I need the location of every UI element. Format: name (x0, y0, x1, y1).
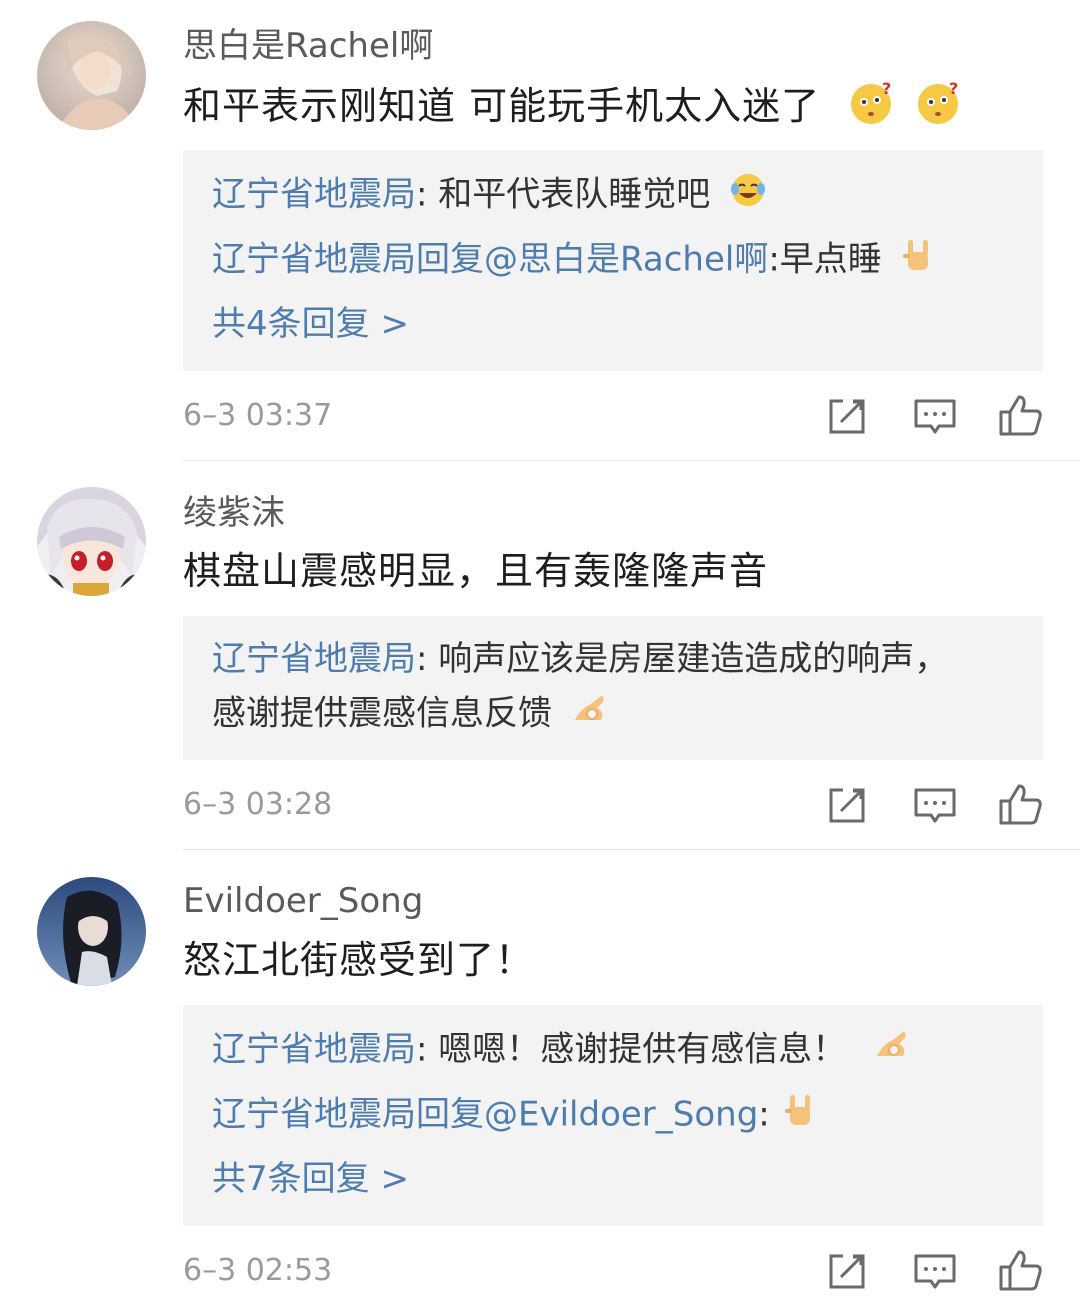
like-button[interactable] (997, 781, 1045, 829)
reply-author[interactable]: 辽宁省地震局 (212, 1030, 416, 1070)
repost-icon (829, 788, 865, 823)
laughing-tears-emoji (729, 171, 767, 221)
thumbs-up-icon (999, 1250, 1042, 1291)
reply-author[interactable]: 辽宁省地震局 (212, 639, 416, 679)
more-replies-link[interactable]: 共4条回复 > (212, 301, 409, 347)
rock-hand-emoji (781, 1091, 819, 1141)
reply-line: 感谢提供震感信息反馈 (212, 690, 609, 740)
username[interactable]: 思白是Rachel啊 (183, 24, 433, 68)
ok-hand-emoji (873, 1026, 911, 1076)
timestamp: 6–3 02:53 (183, 1253, 333, 1288)
comment-icon (914, 1254, 956, 1289)
comment-meta: 6–3 02:53 (183, 1247, 1043, 1295)
comment-text: 怒江北街感受到了！ (183, 938, 535, 982)
more-replies-link[interactable]: 共7条回复 > (212, 1156, 409, 1202)
svg-text:?: ? (949, 79, 959, 98)
confused-face-emoji: ? (847, 78, 895, 139)
username[interactable]: Evildoer_Song (183, 879, 423, 923)
timestamp: 6–3 03:28 (183, 787, 333, 822)
thumbs-up-icon (999, 784, 1042, 825)
reply-line: 辽宁省地震局: 响声应该是房屋建造造成的响声， (212, 639, 949, 679)
repost-button[interactable] (823, 1247, 871, 1295)
username[interactable]: 绫紫沫 (183, 491, 285, 535)
ok-hand-emoji (571, 690, 609, 740)
reply-author[interactable]: 辽宁省地震局回复@思白是Rachel啊 (212, 240, 768, 280)
avatar[interactable] (37, 21, 146, 130)
comment-icon (914, 788, 956, 823)
comment-button[interactable] (911, 392, 959, 440)
comment-item: 绫紫沫 棋盘山震感明显，且有轰隆隆声音 辽宁省地震局: 响声应该是房屋建造造成的… (0, 461, 1080, 849)
reply-author[interactable]: 辽宁省地震局回复@Evildoer_Song (212, 1095, 758, 1135)
repost-button[interactable] (823, 781, 871, 829)
repost-icon (829, 399, 865, 434)
comment-item: 思白是Rachel啊 和平表示刚知道 可能玩手机太入迷了 ? ? 辽宁省地震局:… (0, 0, 1080, 460)
rock-hand-emoji (899, 236, 937, 286)
like-button[interactable] (997, 392, 1045, 440)
comment-item: Evildoer_Song 怒江北街感受到了！ 辽宁省地震局: 嗯嗯！感谢提供有… (0, 850, 1080, 1310)
reply-author[interactable]: 辽宁省地震局 (212, 175, 416, 215)
comment-meta: 6–3 03:28 (183, 781, 1043, 829)
comment-button[interactable] (911, 1247, 959, 1295)
svg-text:?: ? (882, 79, 892, 98)
comment-text: 和平表示刚知道 可能玩手机太入迷了 ? ? (183, 78, 962, 139)
reply-line: 辽宁省地震局回复@Evildoer_Song: (212, 1091, 819, 1141)
comment-text: 棋盘山震感明显，且有轰隆隆声音 (183, 549, 769, 593)
confused-face-emoji: ? (914, 78, 962, 139)
reply-line: 辽宁省地震局回复@思白是Rachel啊:早点睡 (212, 236, 937, 286)
reply-line: 辽宁省地震局: 和平代表队睡觉吧 (212, 171, 767, 221)
reply-line: 辽宁省地震局: 嗯嗯！感谢提供有感信息！ (212, 1026, 911, 1076)
comment-button[interactable] (911, 781, 959, 829)
comment-meta: 6–3 03:37 (183, 392, 1043, 440)
reply-preview-box[interactable]: 辽宁省地震局: 嗯嗯！感谢提供有感信息！ 辽宁省地震局回复@Evildoer_S… (183, 1005, 1043, 1226)
avatar[interactable] (37, 487, 146, 596)
reply-preview-box[interactable]: 辽宁省地震局: 响声应该是房屋建造造成的响声， 感谢提供震感信息反馈 (183, 616, 1043, 760)
avatar[interactable] (37, 877, 146, 986)
reply-preview-box[interactable]: 辽宁省地震局: 和平代表队睡觉吧 辽宁省地震局回复@思白是Rachel啊:早点睡… (183, 150, 1043, 371)
repost-button[interactable] (823, 392, 871, 440)
like-button[interactable] (997, 1247, 1045, 1295)
thumbs-up-icon (999, 395, 1042, 436)
timestamp: 6–3 03:37 (183, 398, 333, 433)
repost-icon (829, 1254, 865, 1289)
comment-icon (914, 399, 956, 434)
